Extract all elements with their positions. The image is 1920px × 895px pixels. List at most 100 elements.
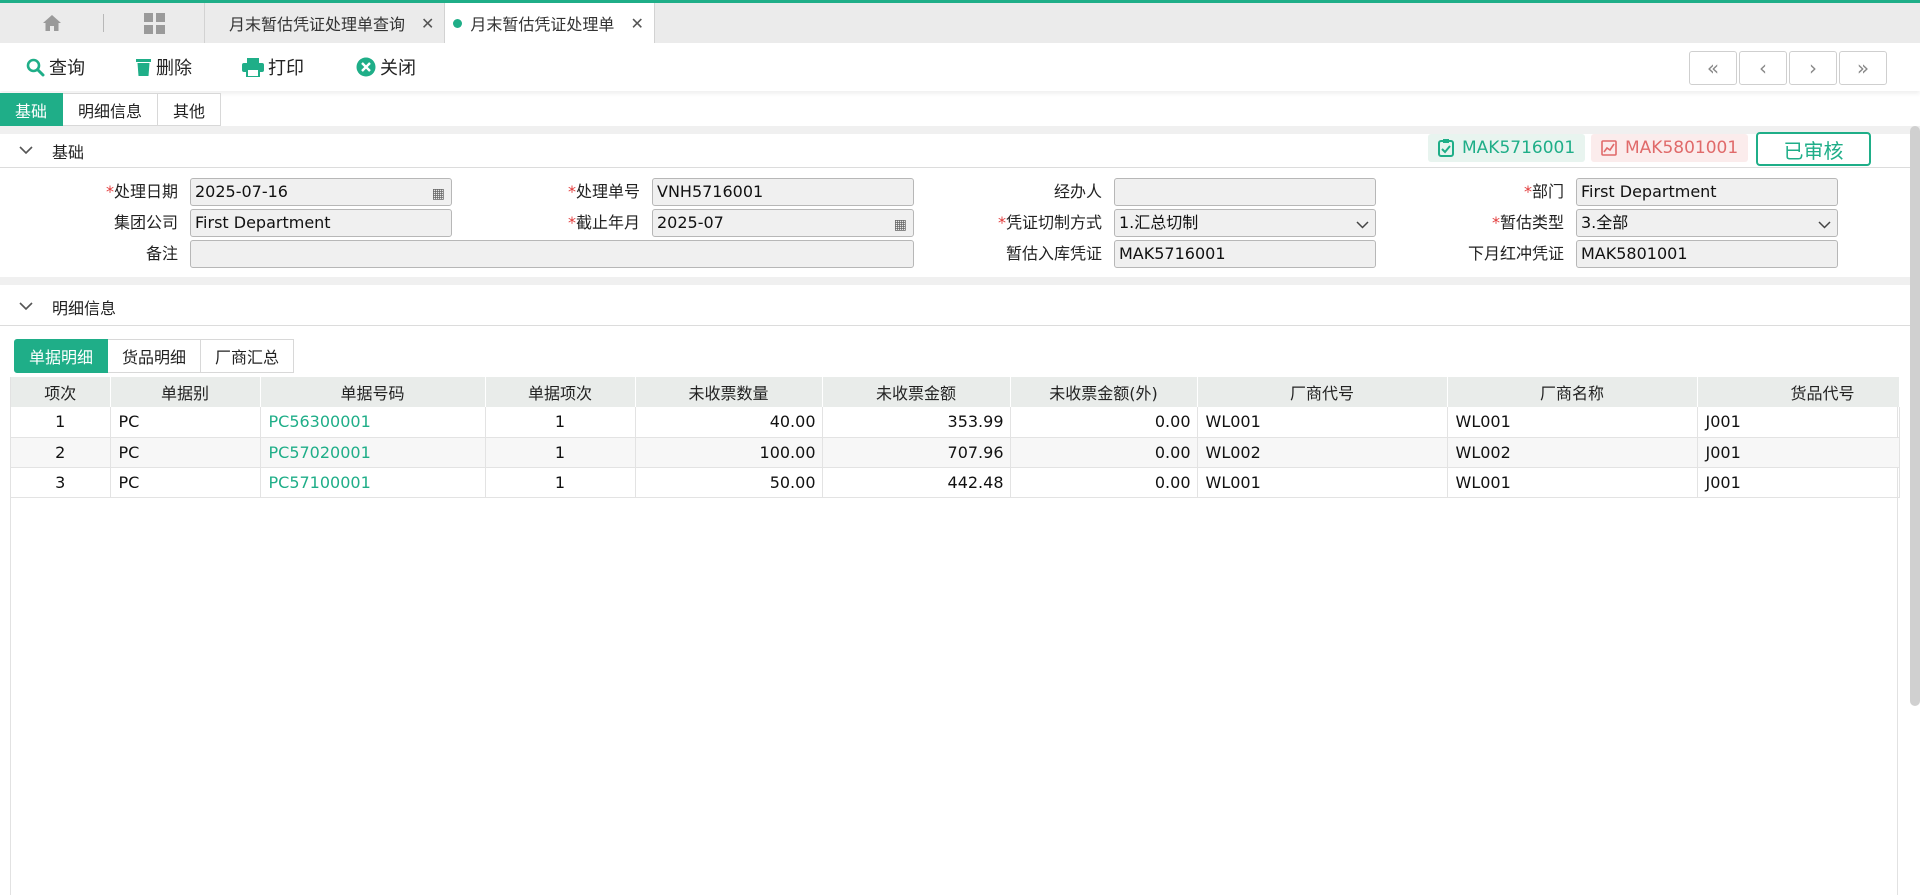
grid-icon: [143, 12, 165, 34]
close-icon[interactable]: ✕: [630, 14, 643, 33]
column-header[interactable]: 未收票数量: [635, 377, 823, 407]
process-no-field[interactable]: VNH5716001: [652, 178, 914, 206]
window-tab-label: 月末暂估凭证处理单: [470, 15, 615, 34]
cell-doc-link[interactable]: PC57100001: [260, 467, 486, 498]
prev-record-button[interactable]: ‹: [1739, 51, 1787, 85]
window-tab-query[interactable]: 月末暂估凭证处理单查询 ✕: [205, 3, 446, 43]
column-header[interactable]: 单据号码: [260, 377, 486, 407]
cell-item: 1: [485, 467, 636, 498]
tab-doc-detail[interactable]: 单据明细: [14, 339, 109, 373]
first-record-button[interactable]: «: [1689, 51, 1737, 85]
department-field[interactable]: First Department: [1576, 178, 1838, 206]
column-header[interactable]: 货品代号: [1697, 377, 1900, 407]
table-row[interactable]: 1 PC PC56300001 1 40.00 353.99 0.00 WL00…: [11, 407, 1900, 438]
department-label: *部门: [1523, 182, 1564, 201]
cell-item: 1: [485, 437, 636, 468]
chevron-left-icon: ‹: [1759, 56, 1767, 80]
cell-vendor-name: WL001: [1447, 467, 1698, 498]
estimate-type-select[interactable]: 3.全部: [1576, 209, 1838, 237]
tab-basic[interactable]: 基础: [0, 93, 64, 126]
in-voucher-field[interactable]: MAK5716001: [1114, 240, 1376, 268]
table-row[interactable]: 2 PC PC57020001 1 100.00 707.96 0.00 WL0…: [11, 437, 1900, 468]
cell-amt-ext: 0.00: [1010, 437, 1198, 468]
cell-qty: 100.00: [635, 437, 823, 468]
last-record-button[interactable]: »: [1839, 51, 1887, 85]
red-voucher-field[interactable]: MAK5801001: [1576, 240, 1838, 268]
process-no-label: *处理单号: [567, 182, 640, 201]
detail-table: 项次 单据别 单据号码 单据项次 未收票数量 未收票金额 未收票金额(外) 厂商…: [10, 377, 1900, 895]
handler-field[interactable]: [1114, 178, 1376, 206]
section-title: 基础: [52, 142, 85, 162]
estimate-type-label: *暂估类型: [1491, 213, 1564, 232]
column-header[interactable]: 未收票金额: [822, 377, 1011, 407]
next-record-button[interactable]: ›: [1789, 51, 1837, 85]
tab-vendor-summary[interactable]: 厂商汇总: [201, 339, 295, 373]
tab-goods-detail[interactable]: 货品明细: [108, 339, 202, 373]
in-voucher-badge[interactable]: MAK5716001: [1428, 134, 1586, 162]
double-chevron-right-icon: »: [1856, 56, 1870, 80]
section-tabs: 基础 明细信息 其他: [0, 93, 222, 126]
printer-icon: [242, 57, 264, 77]
column-header[interactable]: 未收票金额(外): [1010, 377, 1198, 407]
cell-goods: J001: [1697, 467, 1900, 498]
red-voucher-badge-label: MAK5801001: [1625, 138, 1739, 158]
voucher-mode-label: *凭证切制方式: [997, 213, 1102, 232]
cell-doc-link[interactable]: PC56300001: [260, 407, 486, 438]
red-voucher-label: 下月红冲凭证: [1467, 244, 1564, 263]
cell-vendor-name: WL002: [1447, 437, 1698, 468]
detail-section-header[interactable]: 明细信息: [0, 288, 1910, 326]
delete-label: 删除: [156, 58, 192, 79]
query-label: 查询: [49, 58, 85, 79]
close-label: 关闭: [380, 58, 416, 79]
column-header[interactable]: 单据项次: [485, 377, 636, 407]
cell-item: 1: [485, 407, 636, 438]
close-button[interactable]: 关闭: [356, 43, 416, 91]
close-circle-icon: [356, 57, 376, 77]
tab-other[interactable]: 其他: [158, 93, 222, 126]
cell-amt-ext: 0.00: [1010, 407, 1198, 438]
close-icon[interactable]: ✕: [421, 14, 434, 33]
audit-status-button[interactable]: 已审核: [1756, 132, 1871, 166]
query-button[interactable]: 查询: [26, 43, 85, 91]
remark-field[interactable]: [190, 240, 914, 268]
chevron-down-icon[interactable]: [0, 302, 52, 311]
table-row[interactable]: 3 PC PC57100001 1 50.00 442.48 0.00 WL00…: [11, 467, 1900, 498]
cell-no: 3: [11, 467, 111, 498]
detail-sub-tabs: 单据明细 货品明细 厂商汇总: [14, 339, 295, 373]
clipboard-check-icon: [1438, 139, 1454, 157]
active-dot-icon: [453, 18, 463, 28]
cell-vendor-code: WL001: [1197, 407, 1448, 438]
home-button[interactable]: [0, 3, 103, 43]
cell-amt: 353.99: [822, 407, 1011, 438]
cell-doc-link[interactable]: PC57020001: [260, 437, 486, 468]
chevron-down-icon[interactable]: [1356, 212, 1369, 238]
handler-label: 经办人: [1053, 182, 1102, 201]
record-navigation: « ‹ › »: [1689, 51, 1887, 85]
print-button[interactable]: 打印: [242, 43, 304, 91]
delete-button[interactable]: 删除: [135, 43, 192, 91]
voucher-mode-select[interactable]: 1.汇总切制: [1114, 209, 1376, 237]
tab-detail[interactable]: 明细信息: [63, 93, 159, 126]
trash-icon: [136, 58, 151, 76]
column-header[interactable]: 厂商代号: [1197, 377, 1448, 407]
process-date-field[interactable]: 2025-07-16 ▦: [190, 178, 452, 206]
column-header[interactable]: 厂商名称: [1447, 377, 1698, 407]
apps-button[interactable]: [104, 3, 205, 43]
window-tab-voucher[interactable]: 月末暂估凭证处理单 ✕: [445, 3, 655, 43]
group-company-field[interactable]: First Department: [190, 209, 452, 237]
in-voucher-badge-label: MAK5716001: [1462, 138, 1576, 158]
in-voucher-label: 暂估入库凭证: [1005, 244, 1102, 263]
column-header[interactable]: 项次: [11, 377, 111, 407]
cell-amt: 442.48: [822, 467, 1011, 498]
calendar-icon[interactable]: ▦: [894, 212, 907, 238]
cell-no: 1: [11, 407, 111, 438]
chevron-down-icon[interactable]: [0, 146, 52, 155]
chevron-down-icon[interactable]: [1818, 212, 1831, 238]
calendar-icon[interactable]: ▦: [432, 181, 445, 207]
column-header[interactable]: 单据别: [110, 377, 261, 407]
red-voucher-badge[interactable]: MAK5801001: [1591, 134, 1749, 162]
window-tab-bar: 月末暂估凭证处理单查询 ✕ 月末暂估凭证处理单 ✕: [0, 0, 1920, 43]
group-company-label: 集团公司: [113, 213, 178, 232]
cutoff-month-field[interactable]: 2025-07 ▦: [652, 209, 914, 237]
vertical-scrollbar[interactable]: [1910, 126, 1920, 706]
